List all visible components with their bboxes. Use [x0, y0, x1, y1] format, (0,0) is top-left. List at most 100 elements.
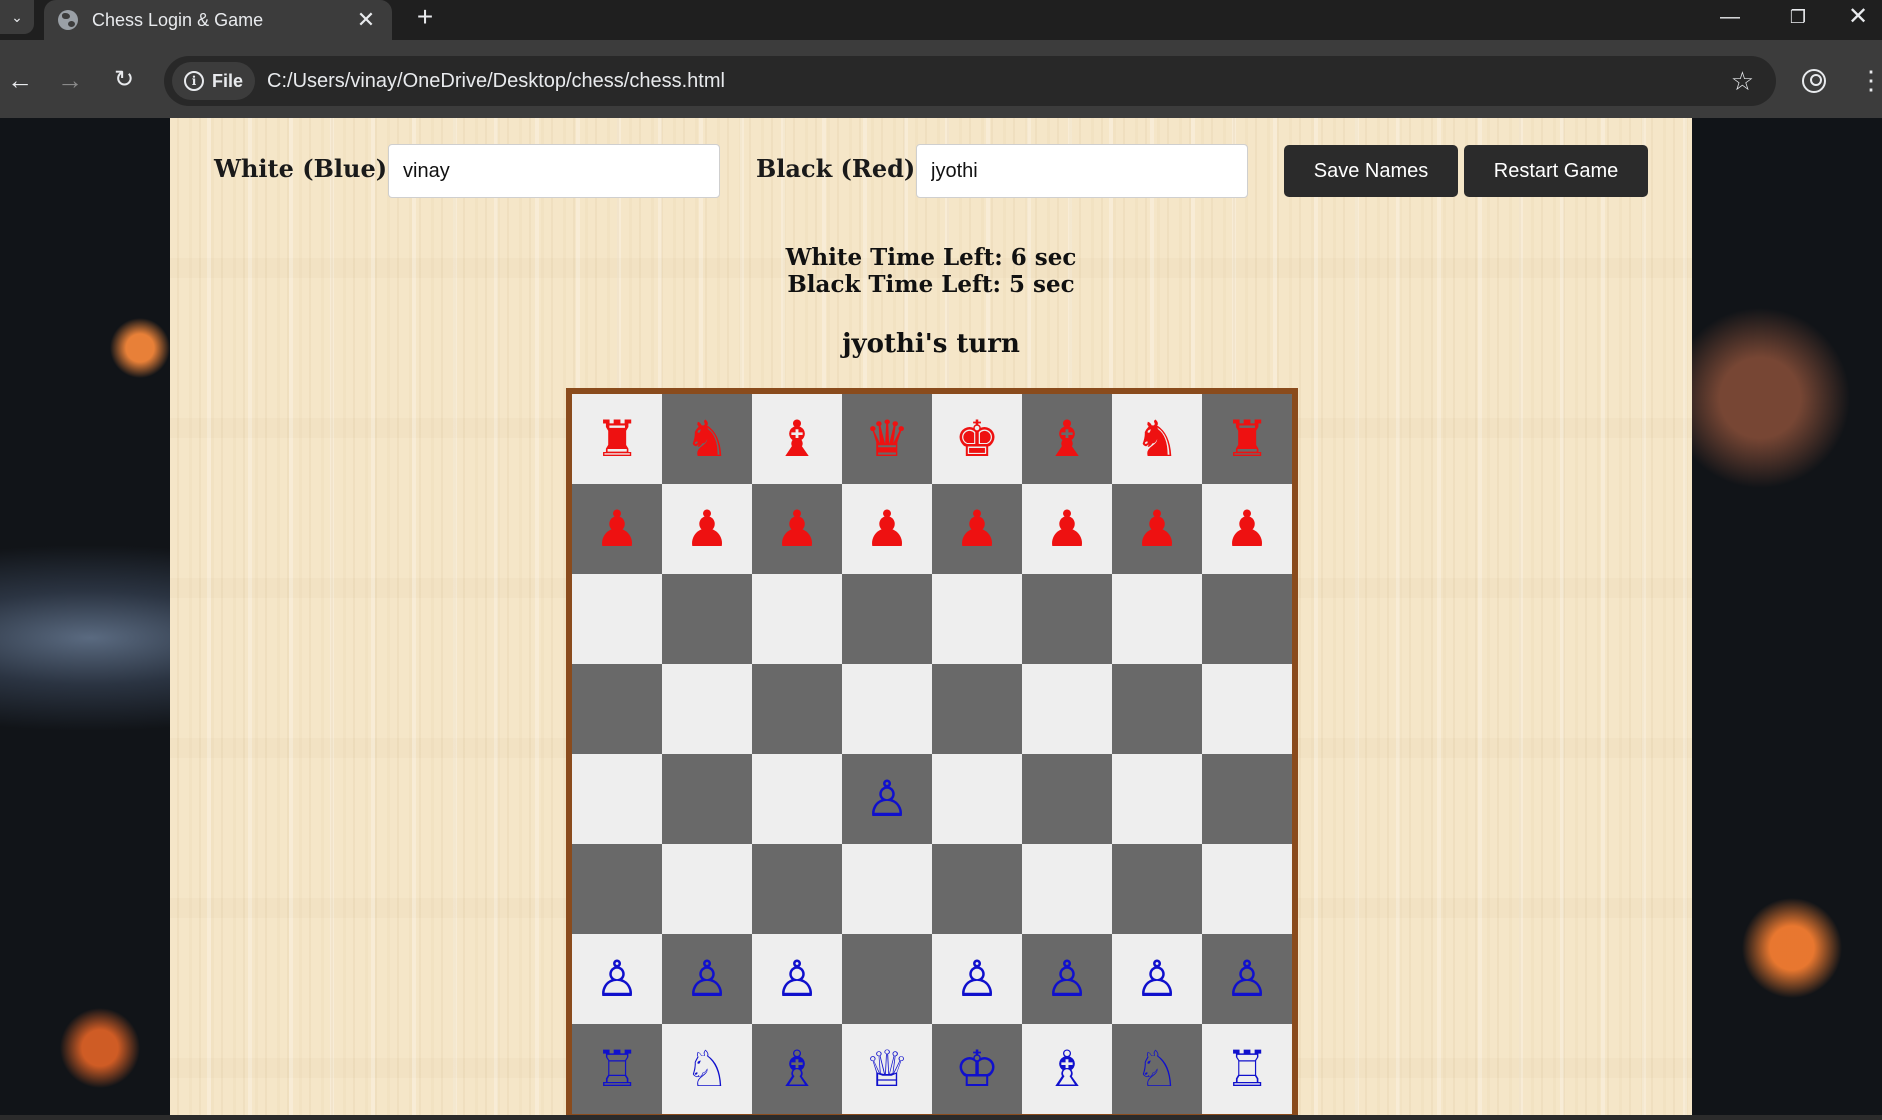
blue-rook-icon[interactable]: ♖ — [595, 1044, 640, 1094]
white-name-input[interactable] — [388, 144, 720, 198]
square-a2[interactable]: ♙ — [572, 934, 662, 1024]
red-bishop-icon[interactable]: ♝ — [775, 414, 820, 464]
square-e6[interactable] — [932, 574, 1022, 664]
square-h3[interactable] — [1202, 844, 1292, 934]
square-d2[interactable] — [842, 934, 932, 1024]
square-c4[interactable] — [752, 754, 842, 844]
square-a5[interactable] — [572, 664, 662, 754]
square-c7[interactable]: ♟ — [752, 484, 842, 574]
square-a8[interactable]: ♜ — [572, 394, 662, 484]
square-f5[interactable] — [1022, 664, 1112, 754]
blue-queen-icon[interactable]: ♕ — [865, 1044, 910, 1094]
red-rook-icon[interactable]: ♜ — [1225, 414, 1270, 464]
square-h5[interactable] — [1202, 664, 1292, 754]
blue-pawn-icon[interactable]: ♙ — [955, 954, 1000, 1004]
square-e4[interactable] — [932, 754, 1022, 844]
red-knight-icon[interactable]: ♞ — [1135, 414, 1180, 464]
restart-game-button[interactable]: Restart Game — [1464, 145, 1648, 197]
red-pawn-icon[interactable]: ♟ — [865, 504, 910, 554]
reload-icon[interactable]: ↻ — [104, 60, 144, 100]
square-g5[interactable] — [1112, 664, 1202, 754]
blue-pawn-icon[interactable]: ♙ — [865, 774, 910, 824]
blue-knight-icon[interactable]: ♘ — [1135, 1044, 1180, 1094]
square-d1[interactable]: ♕ — [842, 1024, 932, 1114]
red-rook-icon[interactable]: ♜ — [595, 414, 640, 464]
red-pawn-icon[interactable]: ♟ — [685, 504, 730, 554]
square-b5[interactable] — [662, 664, 752, 754]
blue-pawn-icon[interactable]: ♙ — [775, 954, 820, 1004]
tab-close-icon[interactable]: ✕ — [354, 7, 378, 33]
square-d3[interactable] — [842, 844, 932, 934]
square-e1[interactable]: ♔ — [932, 1024, 1022, 1114]
red-pawn-icon[interactable]: ♟ — [595, 504, 640, 554]
square-c2[interactable]: ♙ — [752, 934, 842, 1024]
square-g3[interactable] — [1112, 844, 1202, 934]
square-e7[interactable]: ♟ — [932, 484, 1022, 574]
browser-tab[interactable]: Chess Login & Game ✕ — [44, 0, 392, 40]
square-h6[interactable] — [1202, 574, 1292, 664]
square-h1[interactable]: ♖ — [1202, 1024, 1292, 1114]
profile-icon[interactable] — [1802, 69, 1826, 93]
square-h2[interactable]: ♙ — [1202, 934, 1292, 1024]
square-e2[interactable]: ♙ — [932, 934, 1022, 1024]
new-tab-icon[interactable]: + — [408, 2, 442, 36]
blue-king-icon[interactable]: ♔ — [955, 1044, 1000, 1094]
square-h7[interactable]: ♟ — [1202, 484, 1292, 574]
square-b2[interactable]: ♙ — [662, 934, 752, 1024]
square-f7[interactable]: ♟ — [1022, 484, 1112, 574]
blue-bishop-icon[interactable]: ♗ — [775, 1044, 820, 1094]
square-d6[interactable] — [842, 574, 932, 664]
black-name-input[interactable] — [916, 144, 1248, 198]
square-f3[interactable] — [1022, 844, 1112, 934]
square-b3[interactable] — [662, 844, 752, 934]
address-bar[interactable]: i File C:/Users/vinay/OneDrive/Desktop/c… — [164, 56, 1776, 106]
red-pawn-icon[interactable]: ♟ — [1135, 504, 1180, 554]
square-f1[interactable]: ♗ — [1022, 1024, 1112, 1114]
square-h4[interactable] — [1202, 754, 1292, 844]
blue-knight-icon[interactable]: ♘ — [685, 1044, 730, 1094]
square-g1[interactable]: ♘ — [1112, 1024, 1202, 1114]
red-knight-icon[interactable]: ♞ — [685, 414, 730, 464]
square-a4[interactable] — [572, 754, 662, 844]
square-c8[interactable]: ♝ — [752, 394, 842, 484]
blue-pawn-icon[interactable]: ♙ — [1225, 954, 1270, 1004]
tab-search-dropdown-icon[interactable]: ⌄ — [0, 0, 34, 34]
square-a7[interactable]: ♟ — [572, 484, 662, 574]
square-e3[interactable] — [932, 844, 1022, 934]
square-h8[interactable]: ♜ — [1202, 394, 1292, 484]
save-names-button[interactable]: Save Names — [1284, 145, 1458, 197]
square-c3[interactable] — [752, 844, 842, 934]
square-f8[interactable]: ♝ — [1022, 394, 1112, 484]
red-queen-icon[interactable]: ♛ — [865, 414, 910, 464]
square-f6[interactable] — [1022, 574, 1112, 664]
red-pawn-icon[interactable]: ♟ — [775, 504, 820, 554]
url-text[interactable]: C:/Users/vinay/OneDrive/Desktop/chess/ch… — [267, 70, 1731, 93]
square-c1[interactable]: ♗ — [752, 1024, 842, 1114]
red-bishop-icon[interactable]: ♝ — [1045, 414, 1090, 464]
square-d8[interactable]: ♛ — [842, 394, 932, 484]
blue-rook-icon[interactable]: ♖ — [1225, 1044, 1270, 1094]
square-f4[interactable] — [1022, 754, 1112, 844]
square-d7[interactable]: ♟ — [842, 484, 932, 574]
menu-kebab-icon[interactable]: ⋮ — [1858, 62, 1882, 102]
blue-bishop-icon[interactable]: ♗ — [1045, 1044, 1090, 1094]
close-window-icon[interactable]: ✕ — [1834, 0, 1882, 34]
square-g8[interactable]: ♞ — [1112, 394, 1202, 484]
blue-pawn-icon[interactable]: ♙ — [1045, 954, 1090, 1004]
back-arrow-icon[interactable]: ← — [0, 60, 40, 100]
red-pawn-icon[interactable]: ♟ — [1045, 504, 1090, 554]
red-king-icon[interactable]: ♚ — [955, 414, 1000, 464]
red-pawn-icon[interactable]: ♟ — [1225, 504, 1270, 554]
square-f2[interactable]: ♙ — [1022, 934, 1112, 1024]
square-d4[interactable]: ♙ — [842, 754, 932, 844]
square-e5[interactable] — [932, 664, 1022, 754]
square-a3[interactable] — [572, 844, 662, 934]
minimize-icon[interactable]: — — [1702, 0, 1758, 34]
square-b7[interactable]: ♟ — [662, 484, 752, 574]
square-a6[interactable] — [572, 574, 662, 664]
square-b1[interactable]: ♘ — [662, 1024, 752, 1114]
forward-arrow-icon[interactable]: → — [50, 60, 90, 100]
blue-pawn-icon[interactable]: ♙ — [1135, 954, 1180, 1004]
blue-pawn-icon[interactable]: ♙ — [685, 954, 730, 1004]
square-g7[interactable]: ♟ — [1112, 484, 1202, 574]
